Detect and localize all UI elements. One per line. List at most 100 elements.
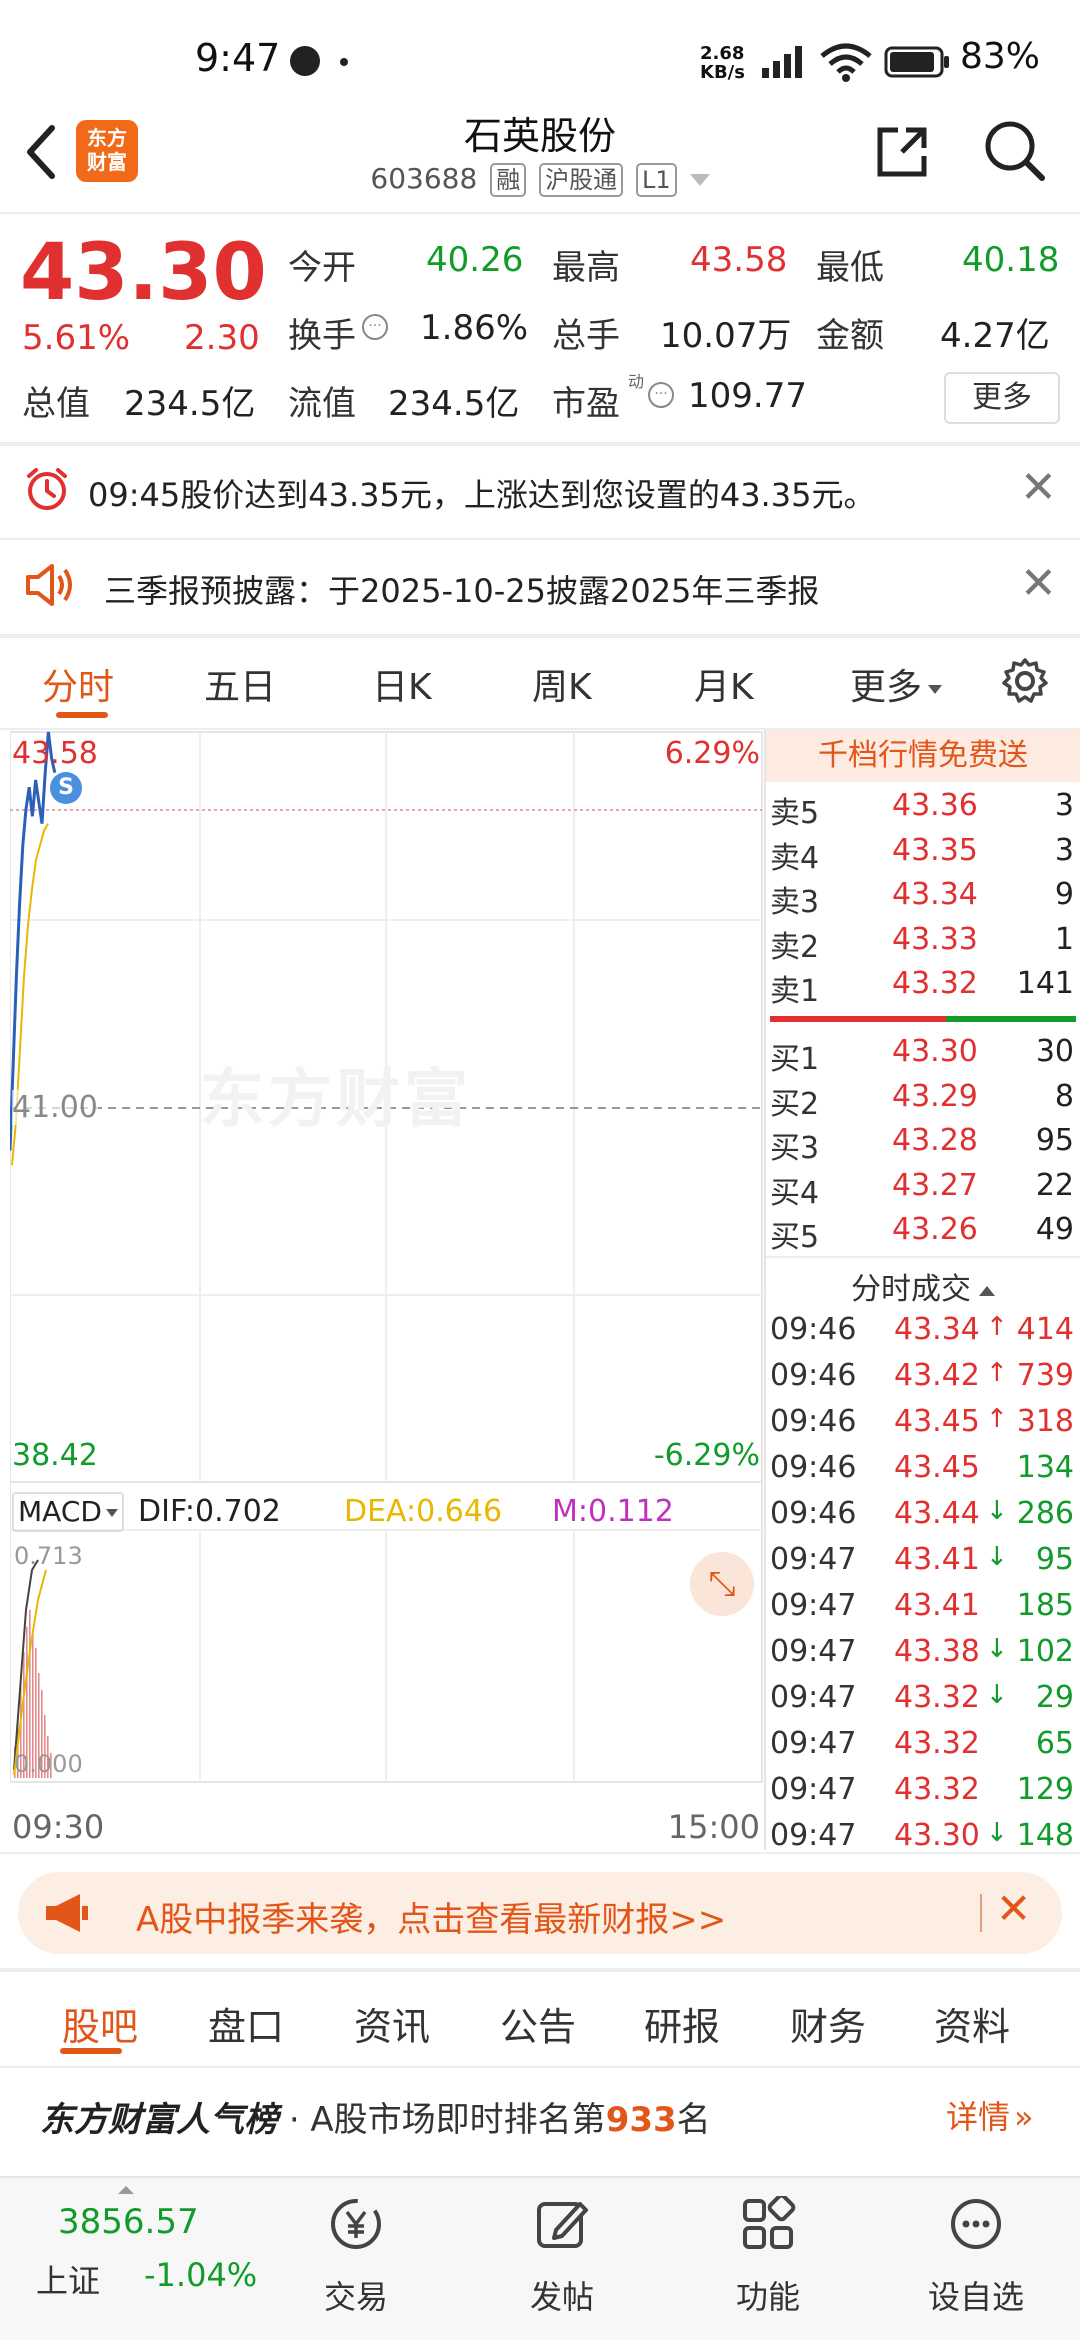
close-banner-icon[interactable]: ✕ [996,1884,1031,1933]
ask-row[interactable]: 卖2 43.33 1 [766,922,1080,966]
ask-label: 卖2 [770,929,820,965]
pe-label: 市盈 [552,384,620,424]
change-percent: 5.61% [22,318,131,358]
tab-five-day[interactable]: 五日 [204,658,276,710]
caret-down-icon[interactable] [689,174,710,186]
close-alert-icon[interactable]: ✕ [1020,462,1057,513]
nav-post[interactable]: 发帖 [492,2188,632,2328]
order-book: 千档行情免费送 卖5 43.36 3 卖4 43.35 3 卖3 43.34 9 卖2 43.33 1… [766,730,1080,1853]
tab-profile[interactable]: 资料 [934,1996,1010,2051]
bid-price: 43.29 [892,1078,978,1114]
trade-row: 09:47 43.32 ↓ 29 [766,1680,1080,1724]
trade-price: 43.32 [894,1772,980,1807]
tab-news[interactable]: 资讯 [354,1996,430,2051]
search-icon[interactable] [982,118,1048,184]
mktcap-value: 234.5亿 [124,384,256,424]
trade-time: 09:46 [770,1450,857,1485]
chart-canvas[interactable] [10,730,764,1850]
more-quote-button[interactable]: 更多 [944,372,1060,424]
nav-features[interactable]: 功能 [698,2188,838,2328]
caret-up-icon [118,2186,134,2194]
trade-volume: 148 [1016,1818,1074,1853]
ranking-suffix: 名 [676,2100,711,2140]
tab-monthly-k[interactable]: 月K [694,658,754,710]
bid-row[interactable]: 买2 43.29 8 [766,1079,1080,1123]
more-dots-icon [951,2199,1001,2249]
macd-selector[interactable]: MACD [12,1492,124,1532]
trade-marker-s[interactable]: S [50,772,82,804]
price-alert-text[interactable]: 09:45股价达到43.35元，上涨达到您设置的43.35元。 [88,470,875,516]
trade-direction-icon: ↑ [986,1358,1008,1388]
ranking-number: 933 [605,2100,677,2140]
tab-announcements[interactable]: 公告 [500,1996,576,2051]
ask-row[interactable]: 卖3 43.34 9 [766,877,1080,921]
bid-volume: 8 [1054,1078,1074,1114]
share-icon[interactable] [872,122,932,182]
tag-level[interactable]: L1 [636,163,677,197]
bid-label: 买3 [770,1131,820,1166]
tab-finance[interactable]: 财务 [790,1996,866,2051]
tab-forum[interactable]: 股吧 [62,1996,138,2051]
chart-max-percent: 6.29% [664,736,760,771]
ask-row[interactable]: 卖4 43.35 3 [766,833,1080,877]
tab-weekly-k[interactable]: 周K [532,658,592,710]
trade-price: 43.38 [894,1634,980,1669]
bid-row[interactable]: 买4 43.27 22 [766,1168,1080,1212]
trade-volume: 134 [1016,1450,1074,1485]
signal-icon [762,46,802,78]
stock-code: 603688 [370,162,478,195]
ask-row[interactable]: 卖5 43.36 3 [766,788,1080,832]
trades-header[interactable]: 分时成交 [766,1264,1080,1308]
nav-trade[interactable]: 交易 [286,2188,426,2328]
open-label: 今开 [288,248,356,288]
tab-orderbook[interactable]: 盘口 [208,1996,284,2051]
bottom-nav: 3856.57 上证 -1.04% 交易 发帖 功能 设自选 [0,2176,1080,2340]
trade-row: 09:46 43.45 ↑ 318 [766,1404,1080,1448]
tab-research[interactable]: 研报 [644,1996,720,2051]
caret-down-icon [928,684,943,694]
orderbook-promo[interactable]: 千档行情免费送 [766,730,1080,782]
info-icon[interactable]: ··· [362,314,388,340]
announcement-text[interactable]: 三季报预披露：于2025-10-25披露2025年三季报 [104,566,819,612]
index-quote[interactable]: 3856.57 上证 -1.04% [0,2178,280,2340]
tab-more[interactable]: 更多 [850,658,943,710]
bid-row[interactable]: 买3 43.28 95 [766,1123,1080,1167]
intraday-chart[interactable]: 东方财富 43.58 6.29% 41.00 38.42 -6.29% S MA… [10,730,764,1850]
ask-price: 43.36 [892,788,978,823]
bid-label: 买2 [770,1086,820,1122]
chart-min-price: 38.42 [12,1438,98,1473]
expand-chart-icon[interactable]: ⤡ [690,1552,754,1616]
mktcap-label: 总值 [22,384,90,424]
trade-volume: 185 [1016,1588,1074,1623]
settings-gear-icon[interactable] [1000,656,1050,706]
bid-row[interactable]: 买1 43.30 30 [766,1034,1080,1078]
tab-daily-k[interactable]: 日K [372,658,432,710]
trade-direction-icon: ↓ [986,1634,1008,1664]
tag-margin: 融 [490,163,527,197]
end-time: 15:00 [667,1808,760,1846]
trade-time: 09:47 [770,1772,857,1807]
trade-direction-icon: ↓ [986,1496,1008,1526]
trade-volume: 95 [1035,1542,1074,1577]
promo-banner[interactable]: A股中报季来袭，点击查看最新财报>> ✕ [18,1872,1062,1954]
bid-label: 买4 [770,1175,820,1211]
tab-intraday[interactable]: 分时 [42,658,114,710]
close-announcement-icon[interactable]: ✕ [1020,558,1057,609]
trade-volume: 318 [1016,1404,1074,1439]
trade-volume: 129 [1016,1772,1074,1807]
ask-volume: 9 [1054,877,1074,912]
nav-add-watchlist[interactable]: 设自选 [906,2188,1046,2328]
pe-info-icon[interactable]: ··· [648,382,674,408]
ask-row[interactable]: 卖1 43.32 141 [766,966,1080,1010]
trade-time: 09:47 [770,1818,857,1853]
index-value: 3856.57 [58,2202,199,2242]
ask-label: 卖4 [770,840,820,876]
bottom-tab-indicator [60,2048,122,2054]
popularity-ranking[interactable]: 东方财富人气榜 · A股市场即时排名第933名 [40,2092,711,2141]
bid-row[interactable]: 买5 43.26 49 [766,1212,1080,1256]
ranking-detail-link[interactable]: 详情» [946,2092,1034,2138]
trade-price: 43.45 [894,1404,980,1439]
trade-row: 09:46 43.34 ↑ 414 [766,1312,1080,1356]
promo-text[interactable]: A股中报季来袭，点击查看最新财报>> [136,1892,726,1941]
ask-volume: 3 [1054,788,1074,823]
